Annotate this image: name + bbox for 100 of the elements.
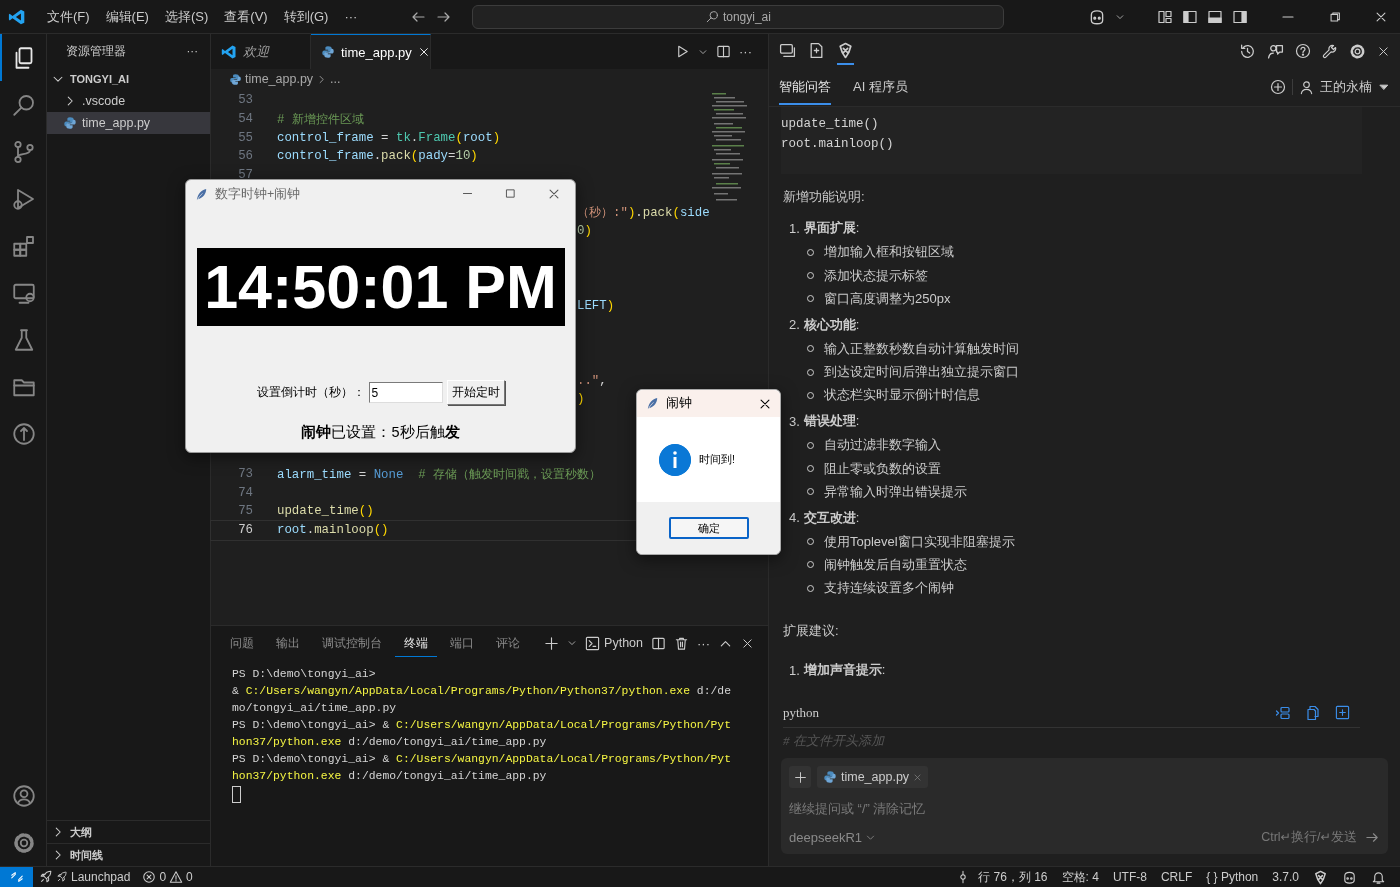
line-number: 57 (237, 168, 253, 183)
split-terminal-icon[interactable] (651, 635, 666, 651)
chat-input-field[interactable]: time_app.py 继续提问或 “/” 清除记忆 deepseekR1 Ctrl↵换行/↵发送 (781, 758, 1388, 854)
panel-tab[interactable]: 调试控制台 (313, 629, 391, 657)
vscode-logo-icon (8, 7, 26, 26)
send-arrow-icon[interactable] (1365, 830, 1380, 845)
user-name[interactable]: 王的永楠 (1320, 78, 1372, 96)
folder-header[interactable]: TONGYI_AI (47, 68, 210, 90)
bell-icon[interactable] (1371, 869, 1386, 885)
indentation[interactable]: 空格: 4 (1055, 866, 1105, 887)
people-icon[interactable] (1267, 42, 1284, 60)
list-item: 增加输入框和按钮区域 (824, 243, 954, 262)
start-timer-button[interactable]: 开始定时 (446, 380, 505, 405)
remote-button[interactable] (0, 866, 33, 887)
copy-icon[interactable] (1305, 704, 1321, 721)
tree-item[interactable]: .vscode (47, 90, 210, 112)
code-line: update_time() (781, 116, 880, 133)
menu-item[interactable]: 查看(V) (217, 3, 275, 30)
list-item: 使用Toplevel窗口实现非阻塞提示 (824, 532, 1015, 551)
cursor-position[interactable]: 行 76，列 16 (972, 866, 1054, 887)
line-number: 56 (237, 149, 253, 164)
close-icon[interactable] (741, 636, 754, 650)
copilot-icon[interactable] (1088, 7, 1106, 26)
list-title: 错误处理: (803, 412, 860, 431)
secondary-sidebar-icon[interactable] (1232, 8, 1248, 25)
section-header[interactable]: 时间线 (47, 843, 210, 866)
maximize-icon[interactable] (504, 187, 517, 200)
doc-icon[interactable] (808, 41, 825, 59)
seconds-input-field[interactable]: 5 (368, 382, 443, 403)
python-version[interactable]: 3.7.0 (1266, 866, 1305, 887)
list-item: 状态栏实时显示倒计时信息 (824, 386, 980, 405)
terminal-profile[interactable]: Python (585, 635, 643, 651)
sidebar-toggle-icon[interactable] (1182, 8, 1198, 25)
add-circle-icon[interactable] (1270, 79, 1286, 95)
layout-icon[interactable] (1157, 8, 1173, 25)
trash-icon[interactable] (674, 635, 689, 651)
panel-toggle-icon[interactable] (1207, 8, 1223, 25)
code-line: root.mainloop() (277, 523, 389, 538)
breadcrumb-item[interactable]: time_app.py (245, 72, 314, 86)
language-mode[interactable]: { } Python (1200, 866, 1265, 887)
more-menu[interactable]: ··· (337, 5, 365, 28)
error-icon (142, 870, 157, 884)
add-context-button[interactable] (789, 766, 811, 788)
list-item: 自动过滤非数字输入 (824, 436, 941, 455)
insert-code-icon[interactable] (1275, 704, 1291, 721)
panel-tab[interactable]: 输出 (267, 629, 309, 657)
split-editor-icon[interactable] (716, 44, 731, 59)
caret-icon[interactable] (1378, 81, 1390, 93)
python-file-icon (823, 770, 837, 784)
restore-icon[interactable] (1328, 9, 1342, 24)
remove-icon[interactable] (913, 772, 923, 782)
close-icon[interactable] (1377, 44, 1390, 58)
tree-item[interactable]: time_app.py (47, 112, 210, 134)
panel-tab[interactable]: 评论 (487, 629, 529, 657)
new-terminal-icon[interactable] (544, 635, 560, 651)
history-icon[interactable] (1239, 42, 1256, 60)
line-ending[interactable]: CRLF (1154, 866, 1199, 887)
account-icon[interactable] (12, 783, 36, 808)
wrench-icon[interactable] (1322, 43, 1338, 59)
terminal-cursor (232, 786, 241, 803)
terminal-line: PS D:\demo\tongyi_ai> & C:/Users/wangyn/AppData/Local/Programs/Python/Pyt (232, 752, 732, 767)
chevron-down-icon (865, 832, 876, 843)
model-selector[interactable]: deepseekR1 (789, 830, 876, 845)
chat-icon[interactable] (779, 41, 796, 59)
more-button[interactable]: ··· (186, 45, 198, 57)
copilot-icon[interactable] (1342, 869, 1357, 885)
panel-tab[interactable]: 问题 (221, 629, 263, 657)
logo-icon[interactable] (837, 41, 854, 59)
more-button[interactable]: ··· (697, 635, 710, 651)
panel-tab[interactable]: 端口 (441, 629, 483, 657)
encoding[interactable]: UTF-8 (1106, 866, 1153, 887)
launchpad-button[interactable]: Launchpad (33, 866, 137, 887)
chevron-down-icon[interactable] (567, 638, 578, 648)
help-icon[interactable] (1295, 43, 1311, 59)
section-header[interactable]: 大纲 (47, 820, 210, 843)
sidebar-title: 资源管理器 (66, 43, 126, 59)
editor-tab[interactable]: time_app.py (311, 34, 431, 69)
menu-item[interactable]: 文件(F) (40, 3, 97, 30)
code-line: root.mainloop() (781, 135, 895, 153)
panel-tab[interactable]: 终端 (395, 629, 437, 657)
run-debug-icon (12, 186, 36, 211)
command-center[interactable]: tongyi_ai (472, 4, 1005, 29)
more-button[interactable]: ··· (739, 44, 752, 59)
context-file-chip[interactable]: time_app.py (817, 766, 929, 788)
problems-button[interactable]: 0 0 (136, 866, 199, 887)
breadcrumb-item[interactable]: ... (330, 72, 341, 86)
chat-tab[interactable]: 智能问答 (779, 69, 831, 105)
close-icon[interactable] (417, 46, 430, 58)
new-file-icon[interactable] (1335, 705, 1350, 721)
line-number: 54 (237, 112, 253, 127)
chat-tab[interactable]: AI 程序员 (853, 69, 908, 105)
extensions-icon (12, 233, 36, 258)
list-item: 输入正整数秒数自动计算触发时间 (824, 339, 1019, 358)
menu-item[interactable]: 编辑(E) (98, 3, 156, 30)
menu-item[interactable]: 转到(G) (276, 3, 336, 30)
run-icon[interactable] (675, 44, 690, 59)
code-line: update_time() (277, 504, 374, 519)
assistant-logo-icon[interactable] (1313, 869, 1328, 885)
ok-button[interactable]: 确定 (668, 517, 749, 539)
menu-item[interactable]: 选择(S) (157, 3, 216, 30)
